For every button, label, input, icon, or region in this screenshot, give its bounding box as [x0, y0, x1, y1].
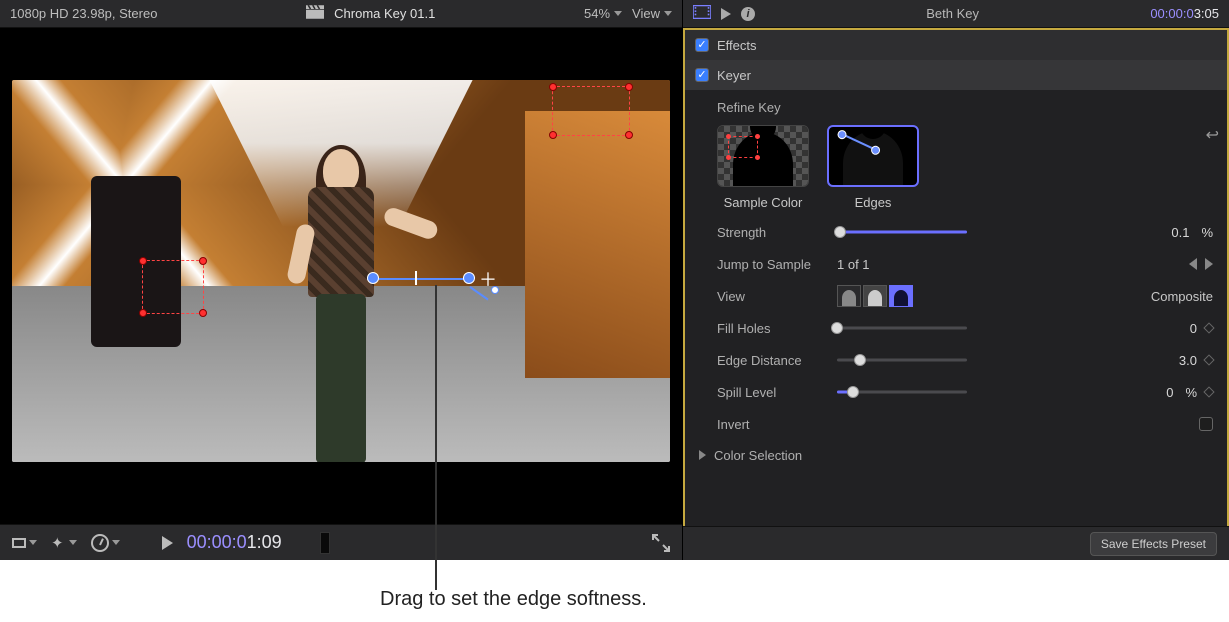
- clapper-icon: [306, 5, 324, 22]
- invert-row: Invert: [685, 408, 1227, 440]
- spill-level-label: Spill Level: [717, 385, 827, 400]
- viewer-toolbar: 1080p HD 23.98p, Stereo Chroma Key 01.1 …: [0, 0, 682, 28]
- sample-color-tool[interactable]: [717, 125, 809, 187]
- view-mode-text: Composite: [1151, 289, 1213, 304]
- disclosure-triangle-icon: [699, 450, 706, 460]
- fill-holes-value[interactable]: 0: [1137, 321, 1197, 336]
- next-sample-button[interactable]: [1205, 258, 1213, 270]
- reset-icon[interactable]: ↩︎: [1206, 125, 1219, 145]
- invert-label: Invert: [717, 417, 827, 432]
- clip-title: Chroma Key 01.1: [334, 6, 435, 21]
- fill-holes-label: Fill Holes: [717, 321, 827, 336]
- sample-color-rect[interactable]: [142, 260, 204, 314]
- edge-distance-slider[interactable]: [837, 352, 967, 368]
- jump-value: 1 of 1: [837, 257, 967, 272]
- fill-holes-slider[interactable]: [837, 320, 967, 336]
- view-mode-composite[interactable]: [889, 285, 913, 307]
- view-mode-matte[interactable]: [863, 285, 887, 307]
- timecode-frame: 1:09: [247, 532, 282, 552]
- fill-holes-row: Fill Holes 0: [685, 312, 1227, 344]
- chevron-down-icon: [614, 11, 622, 16]
- inspector-duration: 00:00:03:05: [1150, 6, 1219, 22]
- view-row: View Composite: [685, 280, 1227, 312]
- prev-sample-button[interactable]: [1189, 258, 1197, 270]
- save-effects-preset-button[interactable]: Save Effects Preset: [1090, 532, 1217, 556]
- fullscreen-button[interactable]: [652, 534, 670, 552]
- keyer-label: Keyer: [717, 68, 751, 83]
- strength-row: Strength 0.1 %: [685, 216, 1227, 248]
- chevron-down-icon: [664, 11, 672, 16]
- viewer-timecode[interactable]: 00:00:01:09: [187, 532, 282, 554]
- spill-level-slider[interactable]: [837, 384, 967, 400]
- effects-section-header[interactable]: Effects: [685, 30, 1227, 60]
- jump-label: Jump to Sample: [717, 257, 827, 272]
- inspector-footer: Save Effects Preset: [683, 526, 1229, 560]
- jump-to-sample-row: Jump to Sample 1 of 1: [685, 248, 1227, 280]
- view-label: View: [717, 289, 827, 304]
- video-frame: ＋: [12, 80, 670, 462]
- clip-format: 1080p HD 23.98p, Stereo: [10, 6, 157, 21]
- strength-label: Strength: [717, 225, 827, 240]
- inspector-title: Beth Key: [765, 6, 1140, 21]
- edge-distance-row: Edge Distance 3.0: [685, 344, 1227, 376]
- invert-checkbox[interactable]: [1199, 417, 1213, 431]
- zoom-value: 54%: [584, 6, 610, 21]
- color-inspector-tab[interactable]: [721, 8, 731, 20]
- keyframe-icon[interactable]: [1203, 386, 1214, 397]
- refine-key-thumbnails: Sample Color Edges ↩︎: [685, 115, 1227, 216]
- play-button[interactable]: [162, 536, 173, 550]
- spill-level-row: Spill Level 0 %: [685, 376, 1227, 408]
- edge-distance-value[interactable]: 3.0: [1137, 353, 1197, 368]
- callout-line: [435, 285, 437, 590]
- view-mode-buttons: [837, 285, 913, 307]
- viewer-transport: ✦ 00:00:01:09: [0, 524, 682, 560]
- zoom-select[interactable]: 54%: [584, 6, 622, 21]
- foreground-subject: [286, 149, 396, 447]
- retime-menu[interactable]: [91, 534, 120, 552]
- sample-color-rect[interactable]: [552, 86, 630, 136]
- video-inspector-tab[interactable]: [693, 5, 711, 22]
- effects-checkbox[interactable]: [695, 38, 709, 52]
- color-selection-label: Color Selection: [714, 448, 802, 463]
- viewer-canvas[interactable]: ＋: [0, 28, 682, 524]
- effects-panel: Effects Keyer Refine Key Sample Color: [683, 28, 1229, 526]
- strength-slider[interactable]: [837, 224, 967, 240]
- spill-level-value[interactable]: 0: [1113, 385, 1173, 400]
- keyframe-icon[interactable]: [1203, 322, 1214, 333]
- keyframe-icon[interactable]: [1203, 354, 1214, 365]
- info-inspector-tab[interactable]: i: [741, 7, 755, 21]
- keyer-effect-header[interactable]: Keyer: [685, 60, 1227, 90]
- viewer-panel: 1080p HD 23.98p, Stereo Chroma Key 01.1 …: [0, 0, 682, 560]
- refine-key-label: Refine Key: [717, 100, 827, 115]
- inspector-toolbar: i Beth Key 00:00:03:05: [683, 0, 1229, 28]
- edge-distance-label: Edge Distance: [717, 353, 827, 368]
- edges-tool[interactable]: [827, 125, 919, 187]
- inspector-panel: i Beth Key 00:00:03:05 Effects Keyer Ref…: [682, 0, 1229, 560]
- sample-color-label: Sample Color: [724, 195, 803, 210]
- audio-meter: [320, 532, 330, 554]
- effects-label: Effects: [717, 38, 757, 53]
- view-mode-original[interactable]: [837, 285, 861, 307]
- caption-text: Drag to set the edge softness.: [0, 560, 1229, 621]
- transform-tool[interactable]: ✦: [51, 534, 77, 552]
- strength-value[interactable]: 0.1: [1129, 225, 1189, 240]
- timecode-prefix: 00:00:0: [187, 532, 247, 552]
- edges-label: Edges: [855, 195, 892, 210]
- view-menu[interactable]: View: [632, 6, 672, 21]
- view-label: View: [632, 6, 660, 21]
- crop-tool[interactable]: [12, 538, 37, 548]
- keyer-checkbox[interactable]: [695, 68, 709, 82]
- color-selection-disclosure[interactable]: Color Selection: [685, 440, 1227, 470]
